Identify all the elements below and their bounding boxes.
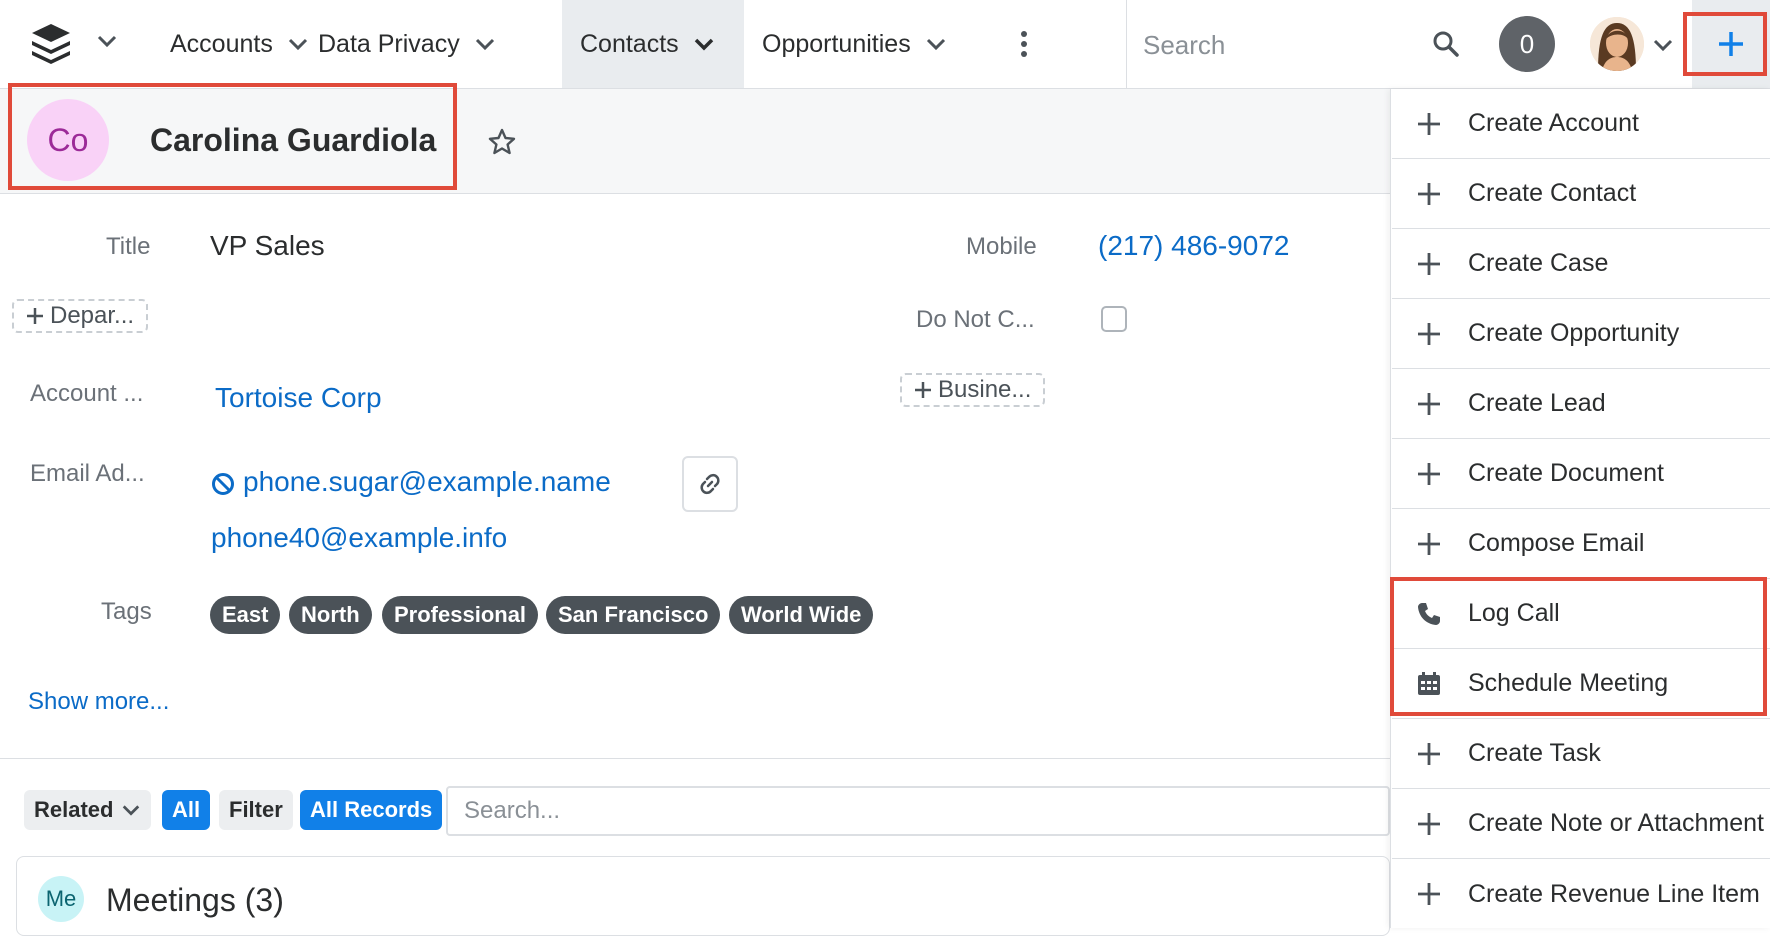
nav-tab-opportunities[interactable]: Opportunities <box>744 0 965 88</box>
top-navigation-bar: Accounts Data Privacy Contacts Opportuni… <box>0 0 1770 89</box>
menu-item-create-contact[interactable]: Create Contact <box>1392 159 1770 229</box>
plus-icon <box>1410 812 1448 836</box>
calendar-icon <box>1410 671 1448 697</box>
related-search-input[interactable] <box>446 786 1390 836</box>
plus-icon <box>1410 882 1448 906</box>
app-logo-icon[interactable] <box>30 22 72 69</box>
meetings-module-icon: Me <box>38 876 84 922</box>
notifications-badge[interactable]: 0 <box>1499 16 1555 72</box>
section-divider <box>0 758 1390 759</box>
menu-item-label: Create Account <box>1468 109 1639 137</box>
show-more-link[interactable]: Show more... <box>28 688 169 716</box>
plus-icon <box>1410 252 1448 276</box>
menu-item-label: Create Document <box>1468 459 1664 487</box>
favorite-star-icon[interactable] <box>488 128 516 161</box>
record-name: Carolina Guardiola <box>150 122 437 158</box>
mobile-value[interactable]: (217) 486-9072 <box>1098 230 1289 262</box>
do-not-call-checkbox[interactable] <box>1101 306 1127 332</box>
plus-icon <box>1410 532 1448 556</box>
quick-create-button[interactable] <box>1692 0 1770 88</box>
add-department-button[interactable]: Depar... <box>12 299 149 333</box>
plus-icon <box>27 308 43 324</box>
title-label: Title <box>106 233 151 260</box>
chevron-down-icon <box>123 805 140 816</box>
filter-button[interactable]: Filter <box>219 790 293 830</box>
menu-item-label: Create Opportunity <box>1468 319 1680 347</box>
menu-item-label: Compose Email <box>1468 529 1645 557</box>
tags-label: Tags <box>101 598 152 625</box>
tag-pill[interactable]: North <box>289 596 372 634</box>
plus-icon <box>915 382 931 398</box>
nav-tab-label: Data Privacy <box>318 29 460 58</box>
chevron-down-icon <box>475 38 494 51</box>
menu-item-create-opportunity[interactable]: Create Opportunity <box>1392 299 1770 369</box>
all-records-button[interactable]: All Records <box>300 790 443 830</box>
menu-item-label: Create Contact <box>1468 179 1637 207</box>
tag-pill[interactable]: East <box>210 596 281 634</box>
menu-item-compose-email[interactable]: Compose Email <box>1392 509 1770 579</box>
all-button[interactable]: All <box>162 790 211 830</box>
account-label: Account ... <box>30 380 144 407</box>
menu-item-create-account[interactable]: Create Account <box>1392 89 1770 159</box>
add-business-button[interactable]: Busine... <box>900 373 1046 407</box>
menu-item-label: Schedule Meeting <box>1468 669 1669 697</box>
mobile-label: Mobile <box>966 233 1037 260</box>
meetings-title[interactable]: Meetings (3) <box>106 882 284 919</box>
plus-icon <box>1410 182 1448 206</box>
nav-tab-data-privacy[interactable]: Data Privacy <box>300 0 514 88</box>
copy-link-button[interactable] <box>682 456 738 512</box>
menu-item-log-call[interactable]: Log Call <box>1392 579 1770 649</box>
add-business-label: Busine... <box>938 376 1032 403</box>
menu-item-label: Log Call <box>1468 599 1560 627</box>
related-dropdown[interactable]: Related <box>24 790 152 830</box>
plus-icon <box>1410 112 1448 136</box>
menu-item-create-revenue-line-item[interactable]: Create Revenue Line Item <box>1392 859 1770 929</box>
search-icon[interactable] <box>1432 30 1460 63</box>
nav-tab-label: Accounts <box>170 29 273 58</box>
tag-pill[interactable]: World Wide <box>729 596 874 634</box>
menu-item-label: Create Case <box>1468 249 1609 277</box>
contact-avatar: Co <box>27 99 109 181</box>
email-primary-link[interactable]: phone.sugar@example.name <box>243 466 611 498</box>
tag-pill[interactable]: San Francisco <box>546 596 721 634</box>
link-icon <box>700 473 720 495</box>
chevron-down-icon <box>694 38 713 51</box>
add-department-label: Depar... <box>50 302 135 329</box>
chevron-down-icon[interactable] <box>96 30 118 57</box>
account-value-link[interactable]: Tortoise Corp <box>215 382 382 414</box>
nav-tab-label: Opportunities <box>762 29 911 58</box>
menu-item-create-document[interactable]: Create Document <box>1392 439 1770 509</box>
plus-icon <box>1410 462 1448 486</box>
chevron-down-icon <box>926 38 945 51</box>
menu-item-label: Create Lead <box>1468 389 1606 417</box>
email-label: Email Ad... <box>30 460 145 487</box>
opted-out-icon <box>211 472 235 501</box>
menu-item-create-task[interactable]: Create Task <box>1392 719 1770 789</box>
plus-icon <box>1410 392 1448 416</box>
menu-item-create-lead[interactable]: Create Lead <box>1392 369 1770 439</box>
user-avatar[interactable] <box>1590 17 1644 71</box>
menu-item-create-note[interactable]: Create Note or Attachment <box>1392 789 1770 859</box>
related-dropdown-label: Related <box>34 797 114 822</box>
title-value[interactable]: VP Sales <box>210 230 325 262</box>
chevron-down-icon[interactable] <box>1652 34 1674 61</box>
plus-icon <box>1410 742 1448 766</box>
nav-tab-label: Contacts <box>580 29 679 58</box>
phone-icon <box>1410 601 1448 627</box>
menu-item-schedule-meeting[interactable]: Schedule Meeting <box>1392 649 1770 719</box>
menu-item-label: Create Note or Attachment <box>1468 809 1764 837</box>
tag-pill[interactable]: Professional <box>382 596 539 634</box>
nav-tab-contacts[interactable]: Contacts <box>562 0 744 88</box>
do-not-call-label: Do Not C... <box>916 306 1035 333</box>
plus-icon <box>1719 32 1743 56</box>
menu-item-create-case[interactable]: Create Case <box>1392 229 1770 299</box>
menu-item-label: Create Task <box>1468 739 1601 767</box>
more-tabs-kebab-icon[interactable] <box>1010 30 1038 63</box>
menu-item-label: Create Revenue Line Item <box>1468 879 1760 908</box>
email-secondary-link[interactable]: phone40@example.info <box>211 522 507 554</box>
plus-icon <box>1410 322 1448 346</box>
